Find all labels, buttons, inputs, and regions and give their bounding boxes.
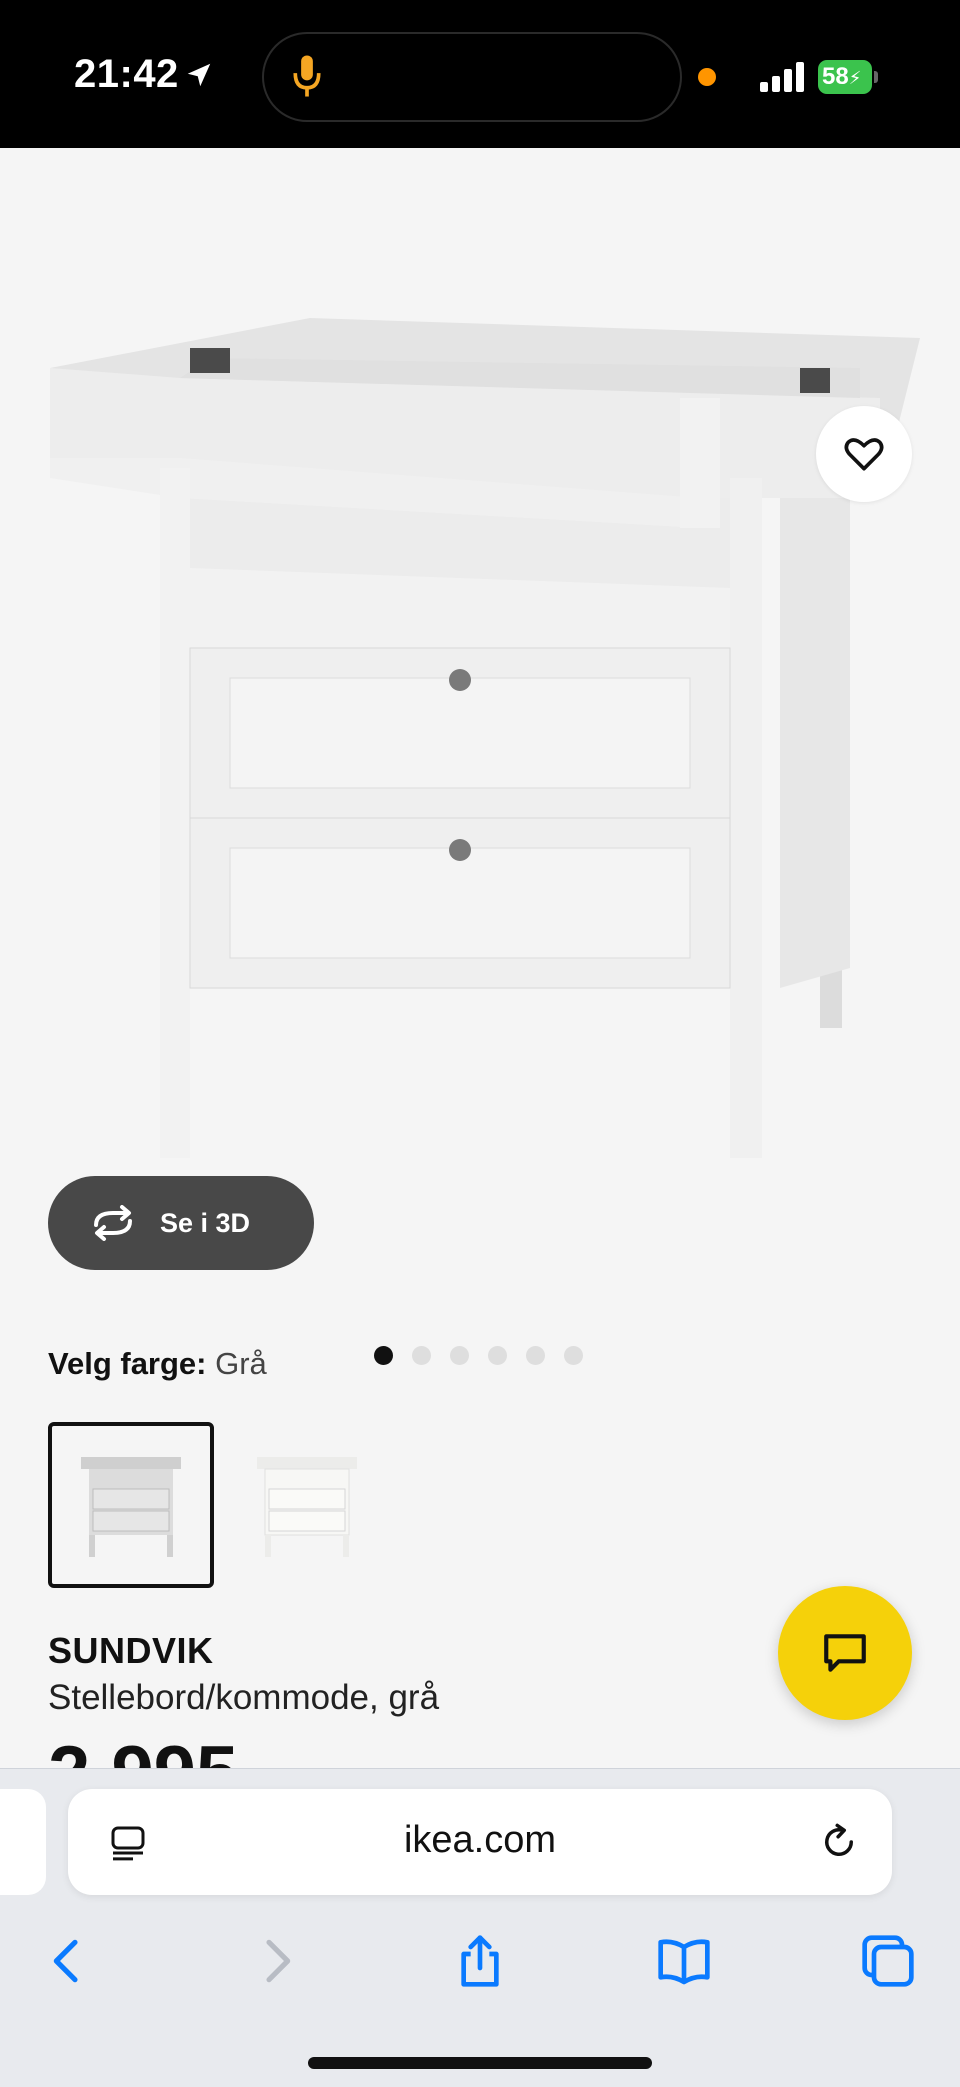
pager-dot[interactable] [488,1346,507,1365]
status-time: 21:42 [74,52,179,96]
chat-icon [824,1634,866,1672]
product-description: Stellebord/kommode, grå [48,1678,440,1717]
bookmarks-icon[interactable] [656,1933,712,1989]
battery-icon: 58⚡ [818,60,878,94]
rotate-3d-icon [94,1205,132,1241]
pager-dot[interactable] [564,1346,583,1365]
microphone-icon [293,55,321,97]
battery-level: 58 [822,63,849,90]
back-icon[interactable] [40,1933,96,1989]
color-swatch-white[interactable] [224,1422,390,1588]
pager-dot[interactable] [412,1346,431,1365]
signal-icon [760,62,804,92]
forward-icon[interactable] [248,1933,304,1989]
favorite-button[interactable] [816,406,912,502]
url-text: ikea.com [403,1819,557,1861]
color-swatch-grey[interactable] [48,1422,214,1588]
product-name: SUNDVIK [48,1630,214,1671]
selected-color: Grå [215,1346,267,1381]
swatch-thumbnail-grey [81,1457,181,1557]
product-image[interactable] [40,228,920,1158]
pager-dot[interactable] [526,1346,545,1365]
swatch-thumbnail-white [257,1457,357,1557]
dynamic-island [262,32,682,122]
browser-toolbar [0,1919,960,2009]
status-bar: 21:42 58⚡ [0,0,960,148]
pager-dot[interactable] [374,1346,393,1365]
color-selector-label: Velg farge: Grå [48,1346,267,1382]
color-label-prefix: Velg farge: [48,1346,207,1381]
share-icon[interactable] [452,1933,508,1989]
browser-chrome: ikea.com [0,1768,960,2087]
location-arrow-icon [187,63,211,87]
reload-icon[interactable] [818,1821,860,1863]
view-3d-label: Se i 3D [160,1207,251,1238]
previous-tab-edge[interactable] [0,1789,46,1895]
privacy-indicator-dot [698,68,716,86]
home-indicator [308,2057,652,2069]
product-gallery[interactable]: Se i 3D [0,148,960,1365]
address-bar[interactable]: ikea.com [68,1789,892,1895]
gallery-pager[interactable] [374,1346,583,1365]
chat-button[interactable] [778,1586,912,1720]
tabs-icon[interactable] [860,1933,916,1989]
pager-dot[interactable] [450,1346,469,1365]
product-price: 2 995 [48,1726,238,1768]
view-3d-button[interactable]: Se i 3D [48,1176,314,1270]
heart-icon [844,438,884,471]
